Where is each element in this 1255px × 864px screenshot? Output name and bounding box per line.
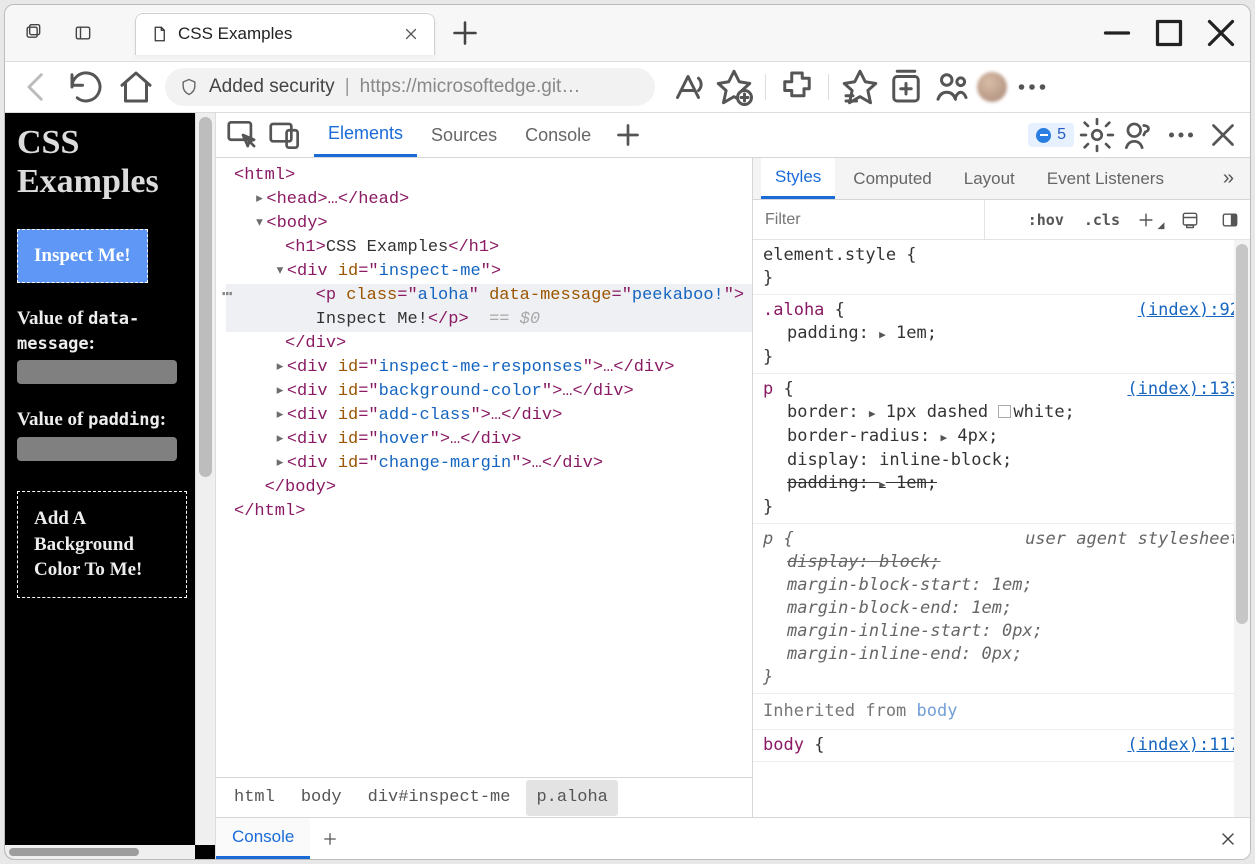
maximize-button[interactable] <box>1146 13 1192 53</box>
new-style-rule-icon[interactable]: ◢ <box>1130 210 1170 230</box>
dom-tree-pane: <html> <head>…</head> <body> <h1>CSS Exa… <box>216 158 752 817</box>
tab-event-listeners[interactable]: Event Listeners <box>1033 158 1178 199</box>
more-tabs-button[interactable] <box>609 117 647 153</box>
home-button[interactable] <box>115 66 157 108</box>
crumb-p[interactable]: p.aloha <box>526 780 617 816</box>
tab-console[interactable]: Console <box>511 113 605 157</box>
label-padding: Value of padding: <box>17 408 203 433</box>
back-button[interactable] <box>15 66 57 108</box>
titlebar: CSS Examples <box>5 5 1250 61</box>
device-toolbar-icon[interactable] <box>266 117 304 153</box>
source-link[interactable]: (index):133 <box>1127 378 1240 401</box>
dom-breadcrumbs: html body div#inspect-me p.aloha <box>216 777 752 817</box>
crumb-div[interactable]: div#inspect-me <box>358 780 521 816</box>
profile-avatar[interactable] <box>977 72 1007 102</box>
window-close-button[interactable] <box>1198 13 1244 53</box>
tab-actions-icon[interactable] <box>61 13 105 53</box>
computed-styles-icon[interactable] <box>1170 210 1210 230</box>
inherited-from-label: Inherited from body <box>753 694 1250 730</box>
devtools-more-icon[interactable] <box>1162 117 1200 153</box>
shield-icon <box>179 77 199 97</box>
issues-dot-icon <box>1036 128 1051 143</box>
devtools-pane: Elements Sources Console 5 <box>215 113 1250 859</box>
tab-elements[interactable]: Elements <box>314 113 417 157</box>
scrollbar-vertical[interactable] <box>195 113 215 845</box>
more-icon[interactable] <box>1011 66 1053 108</box>
dom-tree[interactable]: <html> <head>…</head> <body> <h1>CSS Exa… <box>216 158 752 777</box>
favorites-list-icon[interactable] <box>839 66 881 108</box>
toolbar: Added security | https://microsoftedge.g… <box>5 61 1250 113</box>
extensions-icon[interactable] <box>776 66 818 108</box>
url-text: https://microsoftedge.git… <box>360 76 581 98</box>
feedback-icon[interactable] <box>1120 117 1158 153</box>
source-link[interactable]: (index):117 <box>1127 734 1240 757</box>
tab-styles[interactable]: Styles <box>761 158 835 199</box>
close-tab-icon[interactable] <box>402 25 420 43</box>
content-area: CSS Examples Inspect Me! Value of data-m… <box>5 113 1250 859</box>
styles-more-tabs-icon[interactable]: » <box>1215 167 1242 190</box>
source-link[interactable]: (index):92 <box>1138 299 1240 322</box>
page-icon <box>150 25 168 43</box>
security-label: Added security <box>209 76 335 98</box>
drawer-tab-console[interactable]: Console <box>216 818 310 859</box>
styles-list[interactable]: element.style { } .aloha {(index):92 pad… <box>753 240 1250 817</box>
drawer-close-icon[interactable] <box>1206 818 1250 859</box>
inspect-me-box[interactable]: Inspect Me! <box>17 229 148 283</box>
tab-sources[interactable]: Sources <box>417 113 511 157</box>
read-aloud-icon[interactable] <box>667 66 709 108</box>
window-controls <box>1094 13 1244 53</box>
browser-tab[interactable]: CSS Examples <box>135 13 435 55</box>
devtools-close-icon[interactable] <box>1204 117 1242 153</box>
devtools-toolbar: Elements Sources Console 5 <box>216 113 1250 158</box>
workspaces-icon[interactable] <box>11 13 55 53</box>
add-background-box[interactable]: Add A Background Color To Me! <box>17 491 187 598</box>
tab-layout[interactable]: Layout <box>950 158 1029 199</box>
toggle-sidebar-icon[interactable] <box>1210 210 1250 230</box>
edge-account-icon[interactable] <box>931 66 973 108</box>
browser-window: CSS Examples Added security | https://mi… <box>4 4 1251 860</box>
collections-icon[interactable] <box>885 66 927 108</box>
cls-toggle[interactable]: .cls <box>1074 200 1130 239</box>
webpage-pane: CSS Examples Inspect Me! Value of data-m… <box>5 113 215 859</box>
tab-title: CSS Examples <box>178 24 392 44</box>
styles-filter-input[interactable] <box>753 200 985 239</box>
favorite-icon[interactable] <box>713 66 755 108</box>
inspect-element-icon[interactable] <box>224 117 262 153</box>
drawer-add-tab-icon[interactable] <box>310 818 350 859</box>
page-heading: CSS Examples <box>17 123 203 201</box>
crumb-html[interactable]: html <box>224 780 285 816</box>
label-data-message: Value of data-message: <box>17 307 203 356</box>
styles-pane: Styles Computed Layout Event Listeners »… <box>752 158 1250 817</box>
scrollbar-horizontal[interactable] <box>5 845 195 859</box>
crumb-body[interactable]: body <box>291 780 352 816</box>
issues-button[interactable]: 5 <box>1028 123 1074 147</box>
address-bar[interactable]: Added security | https://microsoftedge.g… <box>165 68 655 106</box>
minimize-button[interactable] <box>1094 13 1140 53</box>
refresh-button[interactable] <box>65 66 107 108</box>
devtools-drawer: Console <box>216 817 1250 859</box>
styles-scrollbar[interactable] <box>1234 240 1250 817</box>
data-message-field[interactable] <box>17 360 177 384</box>
styles-tabs: Styles Computed Layout Event Listeners » <box>753 158 1250 200</box>
tab-computed[interactable]: Computed <box>839 158 945 199</box>
settings-icon[interactable] <box>1078 117 1116 153</box>
padding-field[interactable] <box>17 437 177 461</box>
new-tab-button[interactable] <box>447 15 483 51</box>
hov-toggle[interactable]: :hov <box>1018 200 1074 239</box>
styles-toolbar: :hov .cls ◢ <box>753 200 1250 240</box>
